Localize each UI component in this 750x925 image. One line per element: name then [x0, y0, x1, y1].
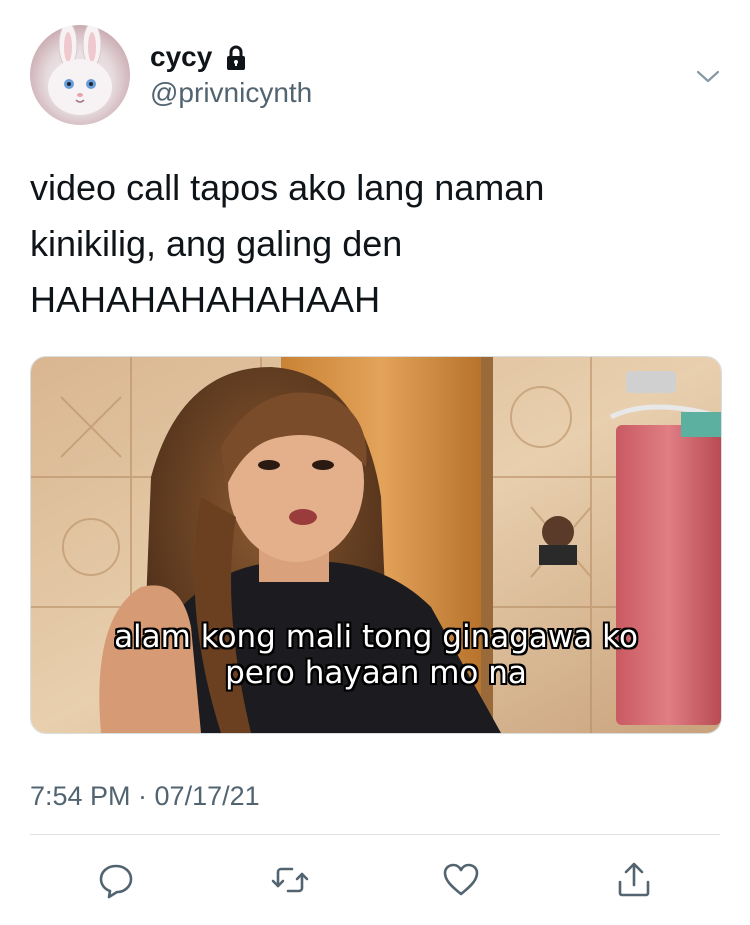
bunny-avatar-icon: [48, 25, 112, 115]
divider: [30, 834, 720, 835]
tweet-timestamp[interactable]: 7:54 PM · 07/17/21: [30, 780, 260, 812]
user-handle[interactable]: @privnicynth: [150, 76, 312, 110]
heart-icon[interactable]: [441, 860, 481, 900]
lock-icon: [227, 45, 245, 70]
video-caption-line: pero hayaan mo na: [225, 655, 527, 691]
tweet-media[interactable]: alam kong mali tong ginagawa ko pero hay…: [30, 356, 722, 734]
video-caption-line: alam kong mali tong ginagawa ko: [114, 619, 638, 655]
tweet-text: video call tapos ako lang naman kinikili…: [30, 160, 720, 328]
avatar[interactable]: [30, 25, 130, 125]
display-name[interactable]: cycy: [150, 40, 212, 74]
chevron-down-icon[interactable]: [694, 62, 722, 90]
share-icon[interactable]: [614, 860, 654, 900]
reply-icon[interactable]: [96, 860, 136, 900]
tweet-line: HAHAHAHAHAHAAH: [30, 279, 381, 320]
tweet-line: kinikilig, ang galing den: [30, 223, 403, 264]
retweet-icon[interactable]: [270, 860, 310, 900]
tweet-line: video call tapos ako lang naman: [30, 167, 545, 208]
